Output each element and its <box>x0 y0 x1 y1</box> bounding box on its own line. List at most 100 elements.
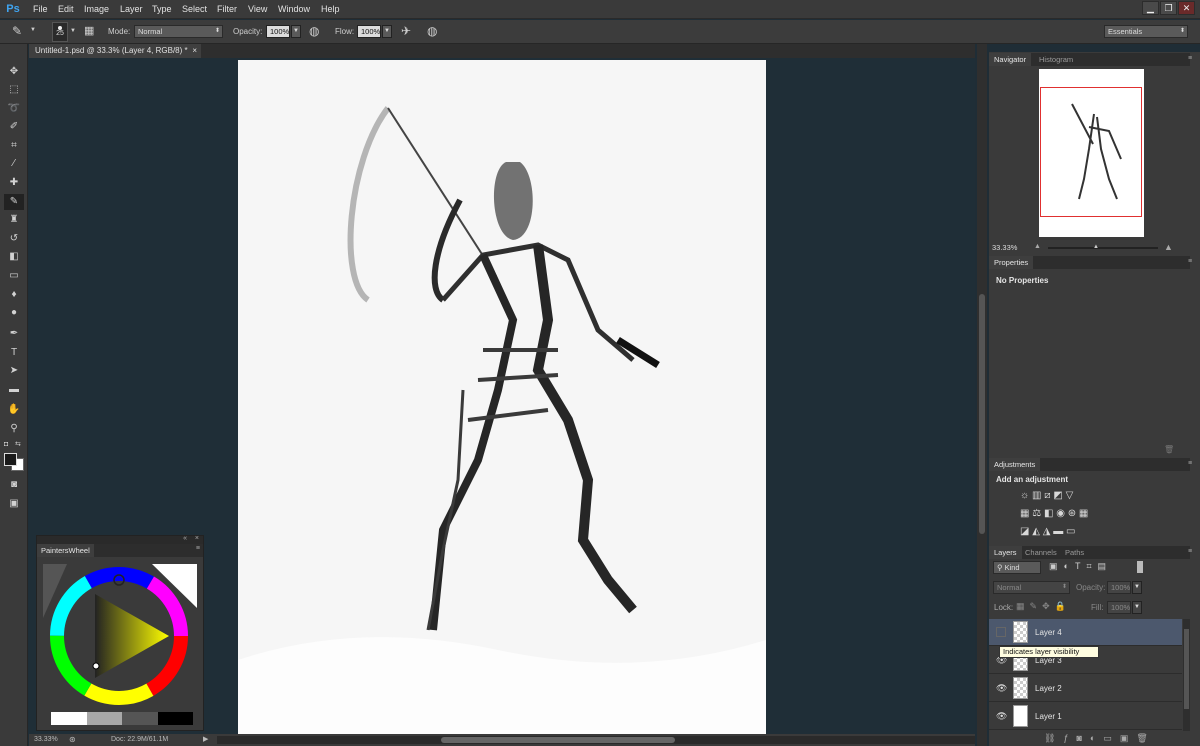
default-colors-icon[interactable]: ◘ <box>4 441 12 449</box>
vibrance-icon[interactable]: ▽ <box>1066 490 1074 501</box>
quick-mask-icon[interactable]: ◙ <box>4 477 24 493</box>
lock-all-icon[interactable]: 🔒 <box>1055 601 1071 611</box>
color-wheel[interactable] <box>37 558 203 708</box>
move-tool-icon[interactable]: ✥ <box>4 64 24 80</box>
lasso-tool-icon[interactable]: ➰ <box>4 101 24 117</box>
navigator-zoom-slider[interactable]: ▲ <box>1048 244 1158 250</box>
gradient-tool-icon[interactable]: ▭ <box>4 268 24 284</box>
tab-adjustments[interactable]: Adjustments <box>989 458 1041 471</box>
workspace-select[interactable]: Essentials ⬍ <box>1104 25 1188 38</box>
new-adjustment-icon[interactable]: ◐ <box>1090 733 1103 743</box>
document-canvas[interactable] <box>238 60 766 734</box>
crop-tool-icon[interactable]: ⌗ <box>4 138 24 154</box>
exposure-icon[interactable]: ◩ <box>1053 490 1062 501</box>
swap-colors-icon[interactable]: ⇆ <box>15 440 23 448</box>
status-arrow-icon[interactable]: ▶ <box>203 735 208 743</box>
horizontal-scroll-thumb[interactable] <box>441 737 675 743</box>
shape-tool-icon[interactable]: ▬ <box>4 382 24 398</box>
swatch-light-gray[interactable] <box>86 712 122 725</box>
new-layer-icon[interactable]: ▣ <box>1120 733 1137 743</box>
menu-filter[interactable]: Filter <box>217 4 237 14</box>
tab-paths[interactable]: Paths <box>1060 546 1089 559</box>
opacity-slider-button[interactable]: ▼ <box>291 25 301 38</box>
blend-mode-select[interactable]: Normal ⬍ <box>993 581 1070 594</box>
vertical-scrollbar[interactable] <box>977 44 987 746</box>
layers-scrollbar[interactable] <box>1183 619 1190 731</box>
eraser-tool-icon[interactable]: ◧ <box>4 249 24 265</box>
horizontal-scrollbar[interactable] <box>217 736 975 744</box>
posterize-icon[interactable]: ◭ <box>1032 526 1040 537</box>
layer-filter-kind[interactable]: ⚲ Kind <box>993 561 1041 574</box>
brush-tool-icon[interactable]: ✎ <box>12 24 22 38</box>
threshold-icon[interactable]: ◮ <box>1043 526 1051 537</box>
brush-preset-arrow-icon[interactable]: ▼ <box>70 28 76 34</box>
layer-name[interactable]: Layer 2 <box>1035 684 1062 693</box>
clone-stamp-tool-icon[interactable]: ♜ <box>4 212 24 228</box>
pen-tool-icon[interactable]: ✒ <box>4 326 24 342</box>
quick-select-tool-icon[interactable]: ✐ <box>4 119 24 135</box>
pressure-size-icon[interactable]: ◍ <box>427 24 437 38</box>
healing-brush-tool-icon[interactable]: ✚ <box>4 175 24 191</box>
close-icon[interactable]: × <box>195 535 199 542</box>
screen-mode-icon[interactable]: ▣ <box>4 496 24 512</box>
panel-menu-icon[interactable]: ≡ <box>1188 55 1192 62</box>
new-group-icon[interactable]: ▭ <box>1103 733 1120 743</box>
lock-position-icon[interactable]: ✥ <box>1042 601 1055 611</box>
link-layers-icon[interactable]: ⛓ <box>1044 733 1063 743</box>
curves-icon[interactable]: ⧄ <box>1044 490 1050 501</box>
layer-row-4[interactable]: Layer 4 <box>989 619 1182 646</box>
fill-input[interactable]: 100% <box>1107 601 1131 614</box>
flow-input[interactable]: 100% <box>357 25 381 38</box>
zoom-in-icon[interactable]: ▲ <box>1164 242 1173 252</box>
status-zoom[interactable]: 33.33% <box>34 736 58 743</box>
selective-color-icon[interactable]: ▭ <box>1066 526 1075 537</box>
dodge-tool-icon[interactable]: ● <box>4 305 24 321</box>
tab-histogram[interactable]: Histogram <box>1034 53 1078 66</box>
tab-layers[interactable]: Layers <box>989 546 1022 559</box>
foreground-color-swatch[interactable] <box>4 453 17 466</box>
zoom-tool-icon[interactable]: ⚲ <box>4 421 24 437</box>
menu-file[interactable]: File <box>33 4 48 14</box>
color-balance-icon[interactable]: ⚖ <box>1032 508 1041 519</box>
color-lookup-icon[interactable]: ▦ <box>1079 508 1088 519</box>
type-tool-icon[interactable]: T <box>4 345 24 361</box>
swatch-white[interactable] <box>51 712 87 725</box>
brush-panel-toggle-icon[interactable]: ▦ <box>84 24 94 37</box>
menu-window[interactable]: Window <box>278 4 310 14</box>
close-window-button[interactable]: ✕ <box>1178 1 1195 15</box>
layer-row-2[interactable]: 👁 Layer 2 <box>989 675 1182 702</box>
zoom-slider-handle-icon[interactable]: ▲ <box>1093 244 1099 250</box>
tab-painterswheel[interactable]: PaintersWheel <box>37 544 94 557</box>
layers-scroll-thumb[interactable] <box>1184 629 1189 709</box>
fx-icon[interactable]: ƒ <box>1063 733 1076 743</box>
opacity-input[interactable]: 100% <box>266 25 290 38</box>
filter-toggle[interactable] <box>1137 561 1143 573</box>
lock-transparency-icon[interactable]: ▦ <box>1016 601 1030 611</box>
brush-tool-icon[interactable]: ✎ <box>4 194 24 210</box>
flow-slider-button[interactable]: ▼ <box>382 25 392 38</box>
panel-menu-icon[interactable]: ≡ <box>196 545 200 552</box>
vertical-scroll-thumb[interactable] <box>979 294 985 534</box>
navigator-zoom[interactable]: 33.33% <box>992 243 1017 252</box>
tab-properties[interactable]: Properties <box>989 256 1034 269</box>
shape-filter-icon[interactable]: ⌗ <box>1086 561 1097 571</box>
status-info-icon[interactable]: ⊛ <box>69 735 76 744</box>
navigator-preview[interactable] <box>1039 69 1144 237</box>
pixel-filter-icon[interactable]: ▣ <box>1049 561 1064 571</box>
layer-name[interactable]: Layer 1 <box>1035 712 1062 721</box>
menu-view[interactable]: View <box>248 4 267 14</box>
layer-opacity-input[interactable]: 100% <box>1107 581 1131 594</box>
minimize-button[interactable]: ▁ <box>1142 1 1159 15</box>
brush-preset-picker[interactable]: 25 <box>52 22 68 42</box>
add-mask-icon[interactable]: ◙ <box>1076 733 1089 743</box>
menu-layer[interactable]: Layer <box>120 4 143 14</box>
invert-icon[interactable]: ◪ <box>1020 526 1029 537</box>
airbrush-icon[interactable]: ✈ <box>401 24 411 38</box>
close-tab-icon[interactable]: × <box>192 44 197 58</box>
history-brush-tool-icon[interactable]: ↺ <box>4 231 24 247</box>
restore-button[interactable]: ❐ <box>1160 1 1177 15</box>
adjustment-filter-icon[interactable]: ◐ <box>1064 561 1075 571</box>
brightness-contrast-icon[interactable]: ☼ <box>1020 490 1029 501</box>
pressure-opacity-icon[interactable]: ◍ <box>309 24 319 38</box>
delete-layer-icon[interactable]: 🗑 <box>1136 733 1155 743</box>
